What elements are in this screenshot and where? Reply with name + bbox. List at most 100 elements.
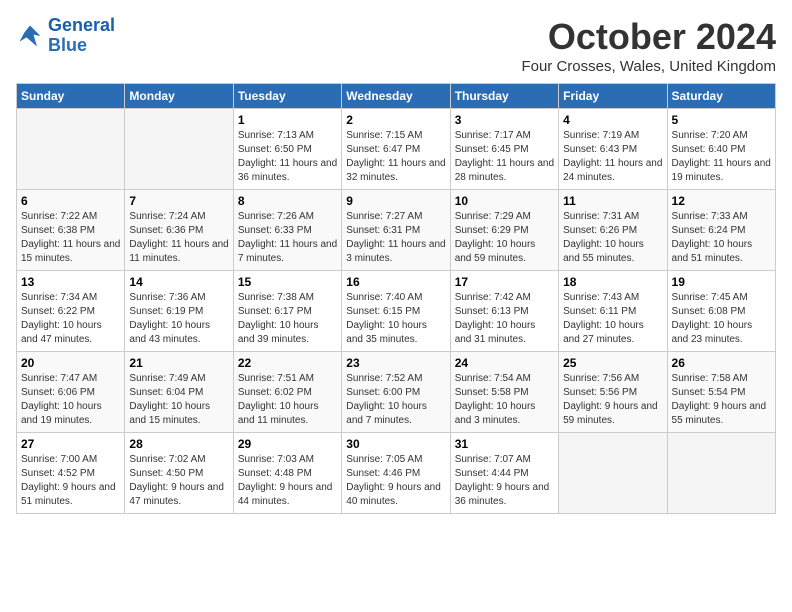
day-number: 8	[238, 194, 337, 208]
day-cell: 5Sunrise: 7:20 AM Sunset: 6:40 PM Daylig…	[667, 109, 775, 190]
col-header-sunday: Sunday	[17, 84, 125, 109]
week-row-5: 27 Sunrise: 7:00 AM Sunset: 4:52 PM Dayli…	[17, 433, 776, 514]
day-info: Sunrise: 7:38 AM Sunset: 6:17 PM Dayligh…	[238, 291, 337, 347]
day-number: 16	[346, 275, 445, 289]
day-cell: 11 Sunrise: 7:31 AM Sunset: 6:26 PM Dayli…	[559, 190, 667, 271]
day-info: Sunrise: 7:43 AM Sunset: 6:11 PM Dayligh…	[563, 291, 662, 347]
logo: General Blue	[16, 16, 115, 56]
day-number: 21	[129, 356, 228, 370]
logo-text: General Blue	[48, 16, 115, 56]
day-number: 1	[238, 113, 337, 127]
day-info: Sunrise: 7:58 AM Sunset: 5:54 PM Dayligh…	[672, 372, 771, 428]
day-number: 12	[672, 194, 771, 208]
week-row-2: 6 Sunrise: 7:22 AM Sunset: 6:38 PM Daylig…	[17, 190, 776, 271]
day-number: 29	[238, 437, 337, 451]
day-cell: 16Sunrise: 7:40 AM Sunset: 6:15 PM Dayli…	[342, 271, 450, 352]
day-info: Sunrise: 7:31 AM Sunset: 6:26 PM Dayligh…	[563, 210, 662, 266]
day-number: 14	[129, 275, 228, 289]
col-header-tuesday: Tuesday	[233, 84, 341, 109]
day-cell: 28Sunrise: 7:02 AM Sunset: 4:50 PM Dayli…	[125, 433, 233, 514]
day-cell: 9 Sunrise: 7:27 AM Sunset: 6:31 PM Daylig…	[342, 190, 450, 271]
day-number: 3	[455, 113, 554, 127]
day-cell: 30Sunrise: 7:05 AM Sunset: 4:46 PM Dayli…	[342, 433, 450, 514]
logo-icon	[16, 22, 44, 50]
day-cell: 10 Sunrise: 7:29 AM Sunset: 6:29 PM Dayli…	[450, 190, 558, 271]
week-row-1: 1 Sunrise: 7:13 AM Sunset: 6:50 PM Daylig…	[17, 109, 776, 190]
day-cell	[125, 109, 233, 190]
day-number: 17	[455, 275, 554, 289]
day-number: 2	[346, 113, 445, 127]
day-cell: 20 Sunrise: 7:47 AM Sunset: 6:06 PM Dayli…	[17, 352, 125, 433]
day-info: Sunrise: 7:07 AM Sunset: 4:44 PM Dayligh…	[455, 453, 554, 509]
day-cell: 23Sunrise: 7:52 AM Sunset: 6:00 PM Dayli…	[342, 352, 450, 433]
col-header-thursday: Thursday	[450, 84, 558, 109]
day-number: 25	[563, 356, 662, 370]
day-cell	[667, 433, 775, 514]
day-cell: 1 Sunrise: 7:13 AM Sunset: 6:50 PM Daylig…	[233, 109, 341, 190]
day-info: Sunrise: 7:56 AM Sunset: 5:56 PM Dayligh…	[563, 372, 662, 428]
day-number: 11	[563, 194, 662, 208]
day-cell: 24 Sunrise: 7:54 AM Sunset: 5:58 PM Dayli…	[450, 352, 558, 433]
day-cell: 4Sunrise: 7:19 AM Sunset: 6:43 PM Daylig…	[559, 109, 667, 190]
day-info: Sunrise: 7:15 AM Sunset: 6:47 PM Dayligh…	[346, 129, 445, 185]
day-cell: 31 Sunrise: 7:07 AM Sunset: 4:44 PM Dayli…	[450, 433, 558, 514]
day-cell: 14Sunrise: 7:36 AM Sunset: 6:19 PM Dayli…	[125, 271, 233, 352]
day-number: 7	[129, 194, 228, 208]
day-info: Sunrise: 7:45 AM Sunset: 6:08 PM Dayligh…	[672, 291, 771, 347]
day-info: Sunrise: 7:47 AM Sunset: 6:06 PM Dayligh…	[21, 372, 120, 428]
day-info: Sunrise: 7:03 AM Sunset: 4:48 PM Dayligh…	[238, 453, 337, 509]
day-cell: 2 Sunrise: 7:15 AM Sunset: 6:47 PM Daylig…	[342, 109, 450, 190]
day-info: Sunrise: 7:22 AM Sunset: 6:38 PM Dayligh…	[21, 210, 120, 266]
day-number: 19	[672, 275, 771, 289]
day-info: Sunrise: 7:17 AM Sunset: 6:45 PM Dayligh…	[455, 129, 554, 185]
day-number: 6	[21, 194, 120, 208]
page-header: General Blue October 2024 Four Crosses, …	[16, 16, 776, 75]
month-title: October 2024	[521, 16, 776, 58]
day-cell: 8 Sunrise: 7:26 AM Sunset: 6:33 PM Daylig…	[233, 190, 341, 271]
day-info: Sunrise: 7:13 AM Sunset: 6:50 PM Dayligh…	[238, 129, 337, 185]
day-number: 30	[346, 437, 445, 451]
day-number: 4	[563, 113, 662, 127]
day-number: 10	[455, 194, 554, 208]
day-number: 24	[455, 356, 554, 370]
day-cell: 19 Sunrise: 7:45 AM Sunset: 6:08 PM Dayli…	[667, 271, 775, 352]
day-info: Sunrise: 7:00 AM Sunset: 4:52 PM Dayligh…	[21, 453, 120, 509]
day-cell: 29 Sunrise: 7:03 AM Sunset: 4:48 PM Dayli…	[233, 433, 341, 514]
day-cell: 7Sunrise: 7:24 AM Sunset: 6:36 PM Daylig…	[125, 190, 233, 271]
day-number: 5	[672, 113, 771, 127]
day-number: 20	[21, 356, 120, 370]
day-number: 9	[346, 194, 445, 208]
day-cell: 22Sunrise: 7:51 AM Sunset: 6:02 PM Dayli…	[233, 352, 341, 433]
day-number: 28	[129, 437, 228, 451]
day-cell	[559, 433, 667, 514]
day-number: 31	[455, 437, 554, 451]
day-cell: 13 Sunrise: 7:34 AM Sunset: 6:22 PM Dayli…	[17, 271, 125, 352]
day-info: Sunrise: 7:33 AM Sunset: 6:24 PM Dayligh…	[672, 210, 771, 266]
week-row-4: 20 Sunrise: 7:47 AM Sunset: 6:06 PM Dayli…	[17, 352, 776, 433]
col-header-monday: Monday	[125, 84, 233, 109]
day-number: 15	[238, 275, 337, 289]
day-info: Sunrise: 7:27 AM Sunset: 6:31 PM Dayligh…	[346, 210, 445, 266]
day-number: 13	[21, 275, 120, 289]
week-row-3: 13 Sunrise: 7:34 AM Sunset: 6:22 PM Dayli…	[17, 271, 776, 352]
day-cell: 26Sunrise: 7:58 AM Sunset: 5:54 PM Dayli…	[667, 352, 775, 433]
day-cell: 17 Sunrise: 7:42 AM Sunset: 6:13 PM Dayli…	[450, 271, 558, 352]
day-info: Sunrise: 7:26 AM Sunset: 6:33 PM Dayligh…	[238, 210, 337, 266]
day-cell: 15 Sunrise: 7:38 AM Sunset: 6:17 PM Dayli…	[233, 271, 341, 352]
day-info: Sunrise: 7:54 AM Sunset: 5:58 PM Dayligh…	[455, 372, 554, 428]
day-cell: 3 Sunrise: 7:17 AM Sunset: 6:45 PM Daylig…	[450, 109, 558, 190]
day-info: Sunrise: 7:34 AM Sunset: 6:22 PM Dayligh…	[21, 291, 120, 347]
day-info: Sunrise: 7:52 AM Sunset: 6:00 PM Dayligh…	[346, 372, 445, 428]
day-cell: 18 Sunrise: 7:43 AM Sunset: 6:11 PM Dayli…	[559, 271, 667, 352]
title-block: October 2024 Four Crosses, Wales, United…	[521, 16, 776, 75]
calendar-table: SundayMondayTuesdayWednesdayThursdayFrid…	[16, 83, 776, 514]
col-header-wednesday: Wednesday	[342, 84, 450, 109]
day-cell: 21 Sunrise: 7:49 AM Sunset: 6:04 PM Dayli…	[125, 352, 233, 433]
day-number: 18	[563, 275, 662, 289]
day-info: Sunrise: 7:49 AM Sunset: 6:04 PM Dayligh…	[129, 372, 228, 428]
day-number: 27	[21, 437, 120, 451]
location: Four Crosses, Wales, United Kingdom	[521, 58, 776, 75]
day-info: Sunrise: 7:51 AM Sunset: 6:02 PM Dayligh…	[238, 372, 337, 428]
day-info: Sunrise: 7:42 AM Sunset: 6:13 PM Dayligh…	[455, 291, 554, 347]
day-info: Sunrise: 7:29 AM Sunset: 6:29 PM Dayligh…	[455, 210, 554, 266]
